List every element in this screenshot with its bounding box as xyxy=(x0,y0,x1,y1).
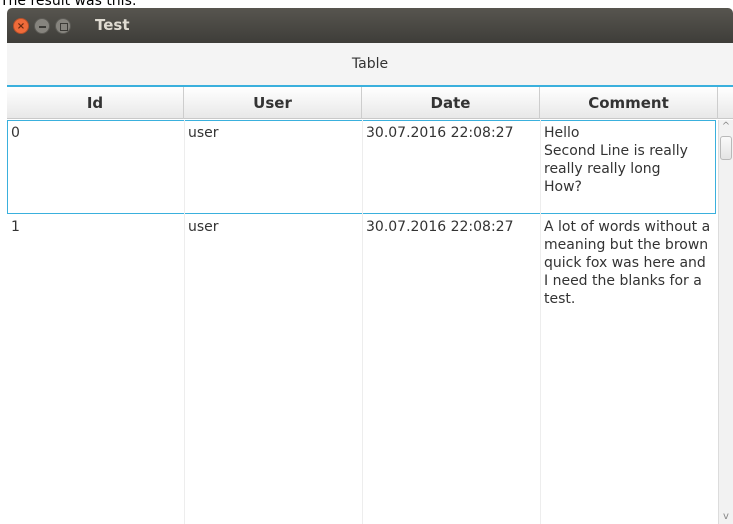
window-titlebar[interactable]: × Test xyxy=(7,8,733,43)
column-header-user[interactable]: User xyxy=(184,87,362,119)
table-body: 0 user 30.07.2016 22:08:27 Hello Second … xyxy=(7,120,718,524)
column-header-date[interactable]: Date xyxy=(362,87,540,119)
close-icon[interactable]: × xyxy=(13,18,29,34)
screenshot: The result was this: × Test Table Id Use… xyxy=(0,0,733,524)
window-body: Table Id User Date Comment 0 user 30.07.… xyxy=(7,43,733,524)
column-gridlines xyxy=(7,120,718,524)
window-title: Test xyxy=(95,16,130,34)
minimize-icon[interactable] xyxy=(34,18,50,34)
column-header-comment[interactable]: Comment xyxy=(540,87,718,119)
scrollbar-thumb[interactable] xyxy=(720,136,732,160)
scroll-down-icon[interactable]: v xyxy=(719,510,733,524)
table-header: Id User Date Comment xyxy=(7,87,733,119)
vertical-scrollbar[interactable]: ^ v xyxy=(718,120,733,524)
table-view[interactable]: Id User Date Comment 0 user 30.07.2016 2… xyxy=(7,85,733,524)
gridline xyxy=(362,120,363,524)
gridline xyxy=(184,120,185,524)
header-corner xyxy=(718,87,733,119)
table-label: Table xyxy=(351,56,389,72)
scroll-up-icon[interactable]: ^ xyxy=(719,120,733,134)
caption: The result was this: xyxy=(0,0,137,9)
gridline xyxy=(540,120,541,524)
column-header-id[interactable]: Id xyxy=(7,87,184,119)
maximize-icon[interactable] xyxy=(55,18,71,34)
